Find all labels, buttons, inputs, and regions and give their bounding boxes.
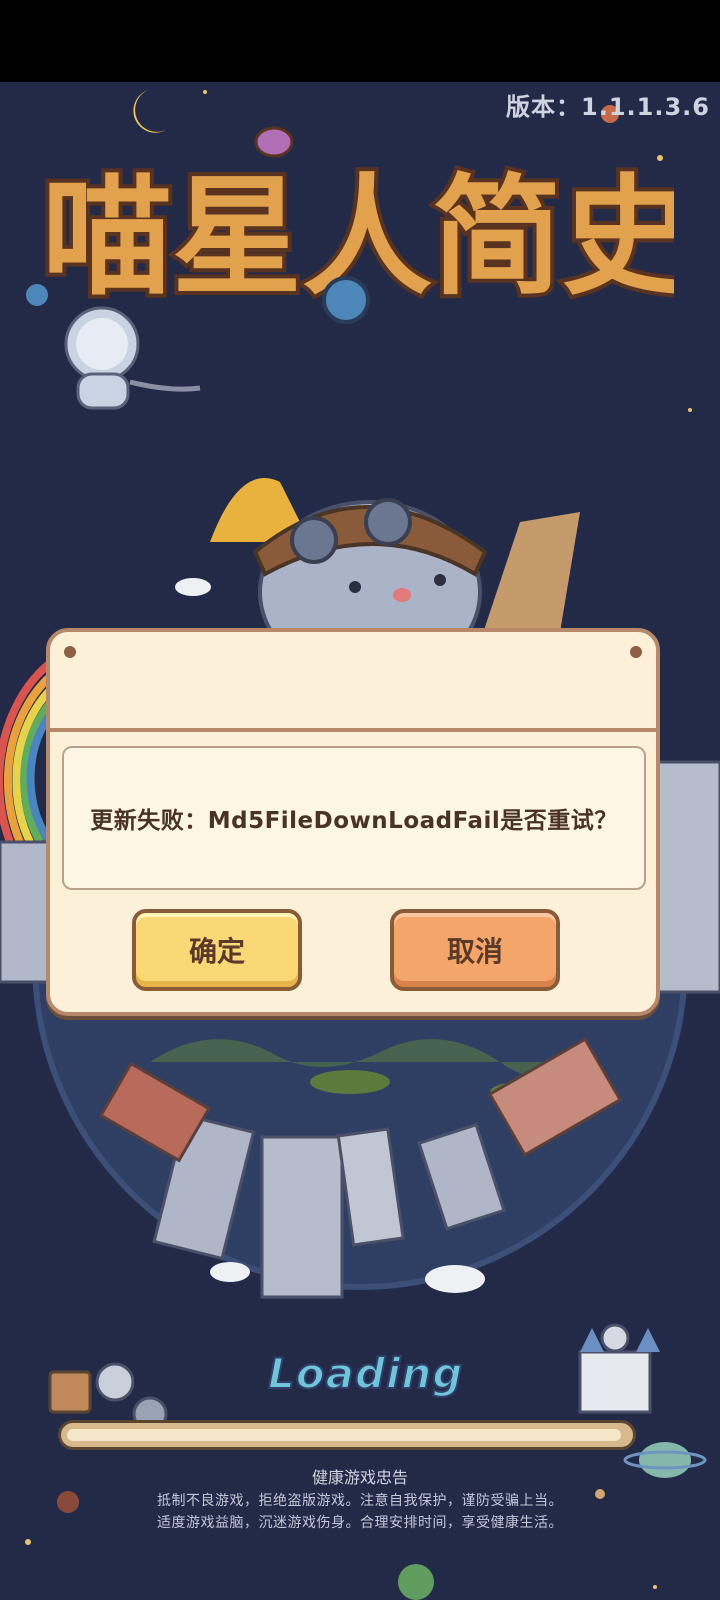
planet-icon [254,126,294,158]
update-failed-dialog: 更新失败：Md5FileDownLoadFail是否重试？ 确定 取消 [46,628,660,1016]
planet-icon [398,1564,434,1600]
loading-progress-fill [67,1429,621,1441]
health-notice-title: 健康游戏忠告 [311,1468,408,1487]
decorative-rivet-icon [64,646,76,658]
dialog-header [50,632,656,732]
status-bar [0,0,720,82]
game-logo: 喵星人简史 [38,126,674,324]
loading-progress-bar [58,1420,636,1450]
health-notice-line: 抵制不良游戏，拒绝盗版游戏。注意自我保护，谨防受骗上当。 [157,1493,563,1509]
globe-icon [322,276,370,324]
cancel-button[interactable]: 取消 [390,909,560,991]
decorative-rivet-icon [630,646,642,658]
loading-label: Loading [267,1348,464,1399]
dialog-message-box: 更新失败：Md5FileDownLoadFail是否重试？ [62,746,646,890]
game-loading-scene: 版本：1.1.1.3.6 喵星人简史 更新失败：Md5FileDownLoadF… [0,82,720,1600]
dialog-message: 更新失败：Md5FileDownLoadFail是否重试？ [90,808,618,834]
health-notice-line: 适度游戏益脑，沉迷游戏伤身。合理安排时间，享受健康生活。 [157,1515,563,1531]
confirm-button[interactable]: 确定 [132,909,302,991]
